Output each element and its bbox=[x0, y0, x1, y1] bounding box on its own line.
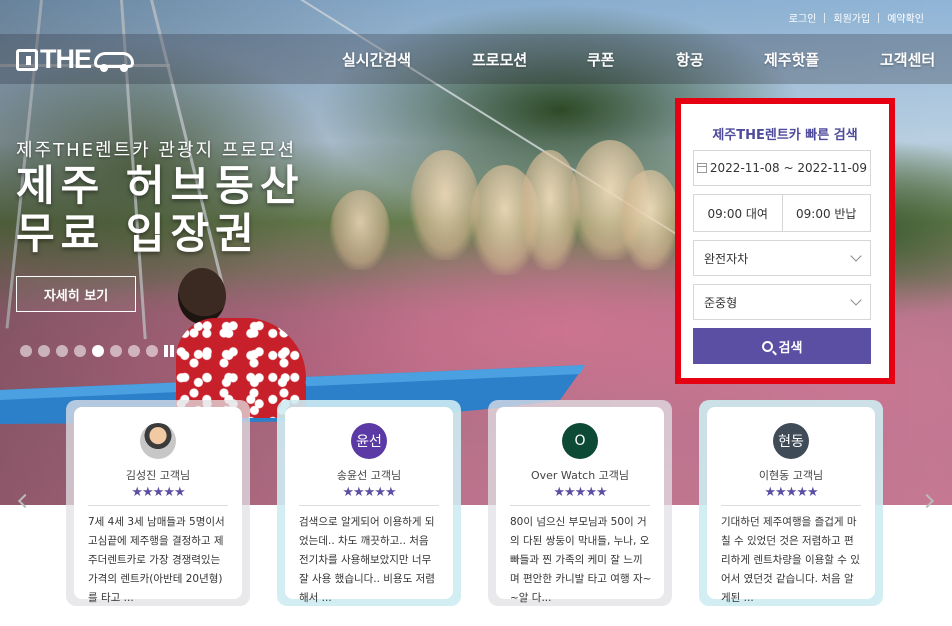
reservation-check-link[interactable]: 예약확인 bbox=[879, 10, 932, 25]
promo-title: 제주 허브동산 무료 입장권 bbox=[16, 161, 305, 258]
slide-dot[interactable] bbox=[110, 345, 122, 357]
review-card[interactable]: O Over Watch 고객님 ★★★★★ 80이 넘으신 부모님과 50이 … bbox=[488, 400, 672, 606]
quick-search-panel: 제주THE렌트카 빠른 검색 2022-11-08 ~ 2022-11-09 0… bbox=[675, 98, 895, 384]
chevron-down-icon bbox=[850, 294, 862, 306]
avatar: O bbox=[562, 423, 598, 459]
detail-button[interactable]: 자세히 보기 bbox=[16, 276, 136, 312]
slide-dot[interactable] bbox=[128, 345, 140, 357]
date-range-value: 2022-11-08 ~ 2022-11-09 bbox=[709, 161, 868, 175]
chevron-down-icon bbox=[850, 250, 862, 262]
signup-link[interactable]: 회원가입 bbox=[825, 10, 878, 25]
search-button[interactable]: 검색 bbox=[693, 328, 871, 364]
return-time-field[interactable]: 09:00 반납 bbox=[781, 195, 871, 231]
avatar: 윤선 bbox=[351, 423, 387, 459]
car-icon bbox=[94, 50, 134, 72]
nav-coupon[interactable]: 쿠폰 bbox=[587, 49, 615, 70]
review-text: 검색으로 알게되어 이용하게 되었는데.. 차도 깨끗하고.. 처음 전기차를 … bbox=[299, 516, 435, 604]
slide-dot[interactable] bbox=[38, 345, 50, 357]
review-card-body: 윤선 송윤선 고객님 ★★★★★ 검색으로 알게되어 이용하게 되었는데.. 차… bbox=[285, 407, 453, 604]
login-link[interactable]: 로그인 bbox=[781, 10, 825, 25]
insurance-value: 완전자차 bbox=[704, 251, 749, 266]
avatar bbox=[140, 423, 176, 459]
insurance-select[interactable]: 완전자차 bbox=[693, 240, 871, 276]
search-button-label: 검색 bbox=[778, 339, 803, 355]
date-range-field[interactable]: 2022-11-08 ~ 2022-11-09 bbox=[693, 150, 871, 186]
promo-subtitle: 제주THE렌트카 관광지 프로모션 bbox=[16, 140, 297, 161]
review-card-body: 현동 이현동 고객님 ★★★★★ 기대하던 제주여행을 즐겁게 마칠 수 있었던… bbox=[707, 407, 875, 604]
car-class-select[interactable]: 준중형 bbox=[693, 284, 871, 320]
rating-stars: ★★★★★ bbox=[764, 485, 818, 500]
review-text: 7세 4세 3세 남매들과 5명이서 고심끝에 제주행을 결정하고 제주더렌트카… bbox=[88, 516, 225, 604]
review-text: 기대하던 제주여행을 즐겁게 마칠 수 있었던 것은 저렴하고 편리하게 렌트차… bbox=[721, 516, 860, 604]
rating-stars: ★★★★★ bbox=[553, 485, 607, 500]
utility-links: 로그인 회원가입 예약확인 bbox=[781, 10, 932, 25]
time-selector: 09:00 대여 09:00 반납 bbox=[693, 194, 871, 232]
rating-stars: ★★★★★ bbox=[342, 485, 396, 500]
reviewer-name: 김성진 고객님 bbox=[125, 469, 191, 482]
reviewer-name: 송윤선 고객님 bbox=[336, 469, 402, 482]
slide-dot[interactable] bbox=[20, 345, 32, 357]
pause-icon[interactable] bbox=[164, 345, 176, 357]
avatar: 현동 bbox=[773, 423, 809, 459]
nav-customer-center[interactable]: 고객센터 bbox=[880, 49, 935, 70]
nav-realtime-search[interactable]: 실시간검색 bbox=[342, 49, 411, 70]
review-card[interactable]: 김성진 고객님 ★★★★★ 7세 4세 3세 남매들과 5명이서 고심끝에 제주… bbox=[66, 400, 250, 606]
person-image bbox=[178, 268, 226, 324]
review-card[interactable]: 현동 이현동 고객님 ★★★★★ 기대하던 제주여행을 즐겁게 마칠 수 있었던… bbox=[699, 400, 883, 606]
nav-flight[interactable]: 항공 bbox=[676, 49, 704, 70]
reviewer-name: Over Watch 고객님 bbox=[530, 469, 630, 482]
pickup-time-field[interactable]: 09:00 대여 bbox=[694, 195, 782, 231]
nav-jeju-hotplace[interactable]: 제주핫플 bbox=[764, 49, 819, 70]
nav-promotion[interactable]: 프로모션 bbox=[472, 49, 527, 70]
review-card[interactable]: 윤선 송윤선 고객님 ★★★★★ 검색으로 알게되어 이용하게 되었는데.. 차… bbox=[277, 400, 461, 606]
reviewer-name: 이현동 고객님 bbox=[758, 469, 824, 482]
car-class-value: 준중형 bbox=[704, 295, 738, 310]
review-card-body: O Over Watch 고객님 ★★★★★ 80이 넘으신 부모님과 50이 … bbox=[496, 407, 664, 604]
slide-dot[interactable] bbox=[74, 345, 86, 357]
rating-stars: ★★★★★ bbox=[131, 485, 185, 500]
logo-text: THE bbox=[40, 44, 92, 74]
quick-search-title: 제주THE렌트카 빠른 검색 bbox=[712, 128, 858, 143]
site-logo[interactable]: THE bbox=[16, 44, 134, 75]
calendar-icon bbox=[696, 163, 707, 173]
review-text: 80이 넘으신 부모님과 50이 거의 다된 쌍둥이 막내들, 누나, 오빠들과… bbox=[510, 516, 652, 604]
review-card-body: 김성진 고객님 ★★★★★ 7세 4세 3세 남매들과 5명이서 고심끝에 제주… bbox=[74, 407, 242, 604]
slide-dot[interactable] bbox=[92, 345, 104, 357]
slide-indicator bbox=[20, 345, 176, 357]
search-icon bbox=[761, 340, 773, 352]
slide-dot[interactable] bbox=[56, 345, 68, 357]
logo-mark-icon bbox=[16, 48, 38, 71]
slide-dot[interactable] bbox=[146, 345, 158, 357]
site-header: THE 실시간검색 프로모션 쿠폰 항공 제주핫플 고객센터 bbox=[0, 34, 952, 84]
